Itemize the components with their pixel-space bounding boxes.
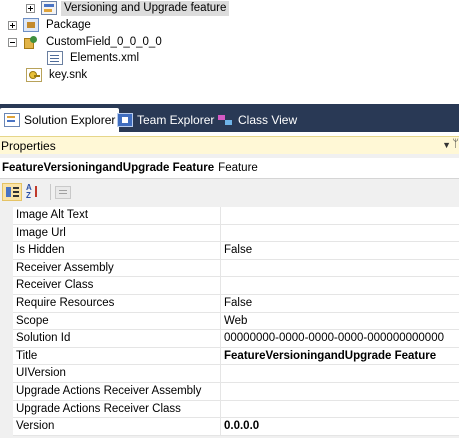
tree-item-customfield[interactable]: CustomField_0_0_0_0: [8, 34, 165, 50]
property-name: Image Url: [13, 224, 221, 243]
tool-window-tabbar: Solution Explorer Team Explorer Class Vi…: [0, 104, 459, 132]
tree-item-package[interactable]: Package: [8, 17, 94, 33]
window-position-dropdown-icon[interactable]: ▼: [442, 140, 451, 150]
property-name: Upgrade Actions Receiver Assembly: [13, 382, 221, 401]
property-name: Title: [13, 347, 221, 366]
tab-team-explorer[interactable]: Team Explorer: [113, 108, 218, 132]
property-row[interactable]: Image Url: [0, 224, 459, 243]
property-name: Is Hidden: [13, 242, 221, 260]
properties-toolbar: AZ: [0, 180, 459, 204]
tab-class-view[interactable]: Class View: [214, 108, 301, 132]
row-gutter: [0, 207, 13, 225]
property-row[interactable]: Receiver Class: [0, 277, 459, 295]
row-gutter: [0, 382, 13, 401]
row-gutter: [0, 259, 13, 278]
categorized-button[interactable]: [2, 183, 22, 201]
properties-title-bar: Properties ▼ ᛘ: [0, 136, 459, 154]
property-name: Scope: [13, 312, 221, 331]
row-gutter: [0, 347, 13, 366]
alphabetical-icon: AZ: [26, 183, 32, 200]
alphabetical-button[interactable]: AZ: [24, 183, 44, 201]
property-value[interactable]: Web: [221, 312, 459, 331]
tree-item-key-snk[interactable]: key.snk: [26, 67, 90, 83]
property-row[interactable]: Upgrade Actions Receiver Assembly: [0, 382, 459, 401]
row-gutter: [0, 418, 13, 436]
property-pages-button[interactable]: [55, 186, 71, 199]
row-gutter: [0, 400, 13, 419]
tab-label: Team Explorer: [137, 113, 215, 127]
object-type: Feature: [218, 162, 258, 174]
tab-label: Solution Explorer: [24, 113, 116, 127]
property-row[interactable]: Receiver Assembly: [0, 259, 459, 278]
property-name: Version: [13, 418, 221, 436]
property-value[interactable]: [221, 400, 459, 419]
property-value[interactable]: [221, 365, 459, 383]
property-row[interactable]: Solution Id 00000000-0000-0000-0000-00000…: [0, 330, 459, 348]
property-value[interactable]: FeatureVersioningandUpgrade Feature: [221, 347, 459, 366]
property-name: Image Alt Text: [13, 207, 221, 225]
tree-item-label: Elements.xml: [70, 51, 140, 64]
key-file-icon: [26, 68, 42, 82]
solution-explorer-tree: Versioning and Upgrade feature Package C…: [0, 0, 459, 104]
object-selector[interactable]: FeatureVersioningandUpgrade Feature Feat…: [0, 158, 459, 179]
solution-explorer-icon: [4, 113, 20, 127]
property-name: UIVersion: [13, 365, 221, 383]
property-name: Receiver Class: [13, 277, 221, 295]
property-grid: Image Alt Text Image Url Is Hidden False Rec…: [0, 207, 459, 436]
row-gutter: [0, 312, 13, 331]
row-gutter: [0, 242, 13, 260]
property-value[interactable]: 0.0.0.0: [221, 418, 459, 436]
property-name: Require Resources: [13, 294, 221, 313]
tree-item-label: CustomField_0_0_0_0: [46, 35, 162, 48]
tree-item-label: Package: [46, 18, 91, 31]
property-name: Receiver Assembly: [13, 259, 221, 278]
tab-label: Class View: [238, 113, 298, 127]
package-icon: [23, 18, 39, 32]
tree-item-label: Versioning and Upgrade feature: [61, 0, 230, 16]
expand-icon[interactable]: [8, 20, 17, 30]
object-name: FeatureVersioningandUpgrade Feature: [2, 162, 215, 174]
expand-icon[interactable]: [26, 3, 35, 13]
pin-icon[interactable]: ᛘ: [452, 138, 459, 150]
tree-item-label: key.snk: [49, 68, 88, 81]
property-row[interactable]: Require Resources False: [0, 294, 459, 313]
property-name: Solution Id: [13, 330, 221, 348]
tree-item-versioning-feature[interactable]: Versioning and Upgrade feature: [26, 0, 230, 16]
property-value[interactable]: False: [221, 242, 459, 260]
row-gutter: [0, 294, 13, 313]
custom-field-icon: [23, 35, 39, 49]
feature-icon: [41, 1, 57, 15]
collapse-icon[interactable]: [8, 37, 17, 47]
properties-title: Properties: [1, 138, 56, 153]
property-row[interactable]: Title FeatureVersioningandUpgrade Feature: [0, 347, 459, 366]
property-row[interactable]: Image Alt Text: [0, 207, 459, 225]
team-explorer-icon: [117, 113, 133, 127]
xml-file-icon: [47, 51, 63, 65]
row-gutter: [0, 330, 13, 348]
tab-solution-explorer[interactable]: Solution Explorer: [0, 108, 120, 132]
property-value[interactable]: [221, 277, 459, 295]
row-gutter: [0, 224, 13, 243]
row-gutter: [0, 277, 13, 295]
row-gutter: [0, 365, 13, 383]
tree-item-elements-xml[interactable]: Elements.xml: [47, 50, 142, 66]
property-row[interactable]: Is Hidden False: [0, 242, 459, 260]
toolbar-separator: [50, 184, 51, 200]
property-name: Upgrade Actions Receiver Class: [13, 400, 221, 419]
property-value[interactable]: [221, 259, 459, 278]
categorized-icon: [6, 187, 11, 197]
property-row[interactable]: Scope Web: [0, 312, 459, 331]
property-value[interactable]: 00000000-0000-0000-0000-000000000000: [221, 330, 459, 348]
property-row[interactable]: Upgrade Actions Receiver Class: [0, 400, 459, 419]
class-view-icon: [218, 113, 234, 127]
property-value[interactable]: [221, 224, 459, 243]
property-row[interactable]: UIVersion: [0, 365, 459, 383]
property-value[interactable]: [221, 382, 459, 401]
property-row[interactable]: Version 0.0.0.0: [0, 418, 459, 436]
property-value[interactable]: [221, 207, 459, 225]
property-value[interactable]: False: [221, 294, 459, 313]
